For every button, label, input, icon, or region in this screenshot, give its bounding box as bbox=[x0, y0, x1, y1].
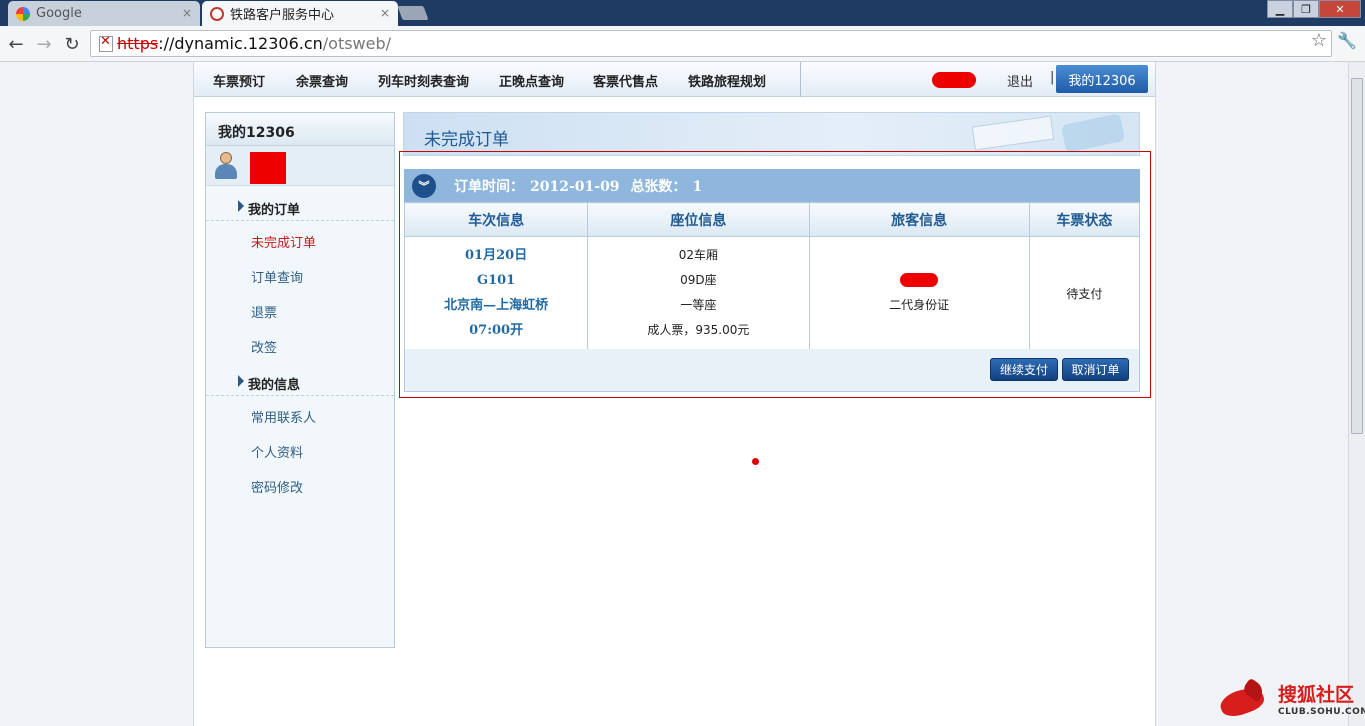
fox-logo-icon bbox=[1216, 677, 1272, 721]
menu-remaining-tickets[interactable]: 余票查询 bbox=[296, 71, 348, 90]
main-header: 未完成订单 bbox=[403, 112, 1140, 156]
browser-toolbar: ← → ↻ https :// dynamic.12306.cn /otsweb… bbox=[0, 26, 1365, 62]
redacted-username bbox=[932, 72, 976, 88]
passenger-id-type: 二代身份证 bbox=[889, 298, 950, 312]
sidebar-section-my-info[interactable]: 我的信息 bbox=[206, 361, 394, 396]
cell-passenger-info: 二代身份证 bbox=[808, 236, 1030, 350]
bookmark-star-icon[interactable]: ☆ bbox=[1311, 30, 1327, 51]
train-route: 北京南—上海虹桥 bbox=[444, 298, 549, 313]
order-summary: 订单时间： 2012-01-09 总张数： 1 bbox=[454, 176, 708, 196]
header-train-info: 车次信息 bbox=[403, 202, 589, 237]
sidebar-item-password[interactable]: 密码修改 bbox=[206, 466, 394, 501]
tab-label: 铁路客户服务中心 bbox=[230, 8, 335, 23]
url-sep: :// bbox=[158, 34, 175, 53]
seat-carriage: 02车厢 bbox=[678, 248, 719, 262]
vertical-scrollbar[interactable] bbox=[1348, 62, 1365, 726]
seat-number: 09D座 bbox=[680, 273, 717, 287]
google-favicon-icon bbox=[16, 6, 30, 21]
cell-ticket-status: 待支付 bbox=[1028, 236, 1141, 350]
browser-tab-bar: Google × 铁路客户服务中心 × ▁ ❐ ✕ bbox=[0, 0, 1365, 26]
collapse-chevron-icon[interactable]: ︾ bbox=[412, 173, 436, 198]
tab-close-icon[interactable]: × bbox=[182, 6, 192, 20]
menu-ticket-booking[interactable]: 车票预订 bbox=[213, 71, 265, 90]
sidebar-item-profile[interactable]: 个人资料 bbox=[206, 431, 394, 466]
header-seat-info: 座位信息 bbox=[587, 202, 810, 237]
train-number: G101 bbox=[476, 273, 516, 288]
sidebar-title: 我的12306 bbox=[206, 113, 394, 146]
train-date: 01月20日 bbox=[465, 248, 528, 263]
order-summary-bar: ︾ 订单时间： 2012-01-09 总张数： 1 bbox=[404, 169, 1140, 202]
order-count-label: 总张数： bbox=[630, 178, 687, 195]
continue-payment-button[interactable]: 继续支付 bbox=[990, 358, 1058, 381]
sidebar-item-change-ticket[interactable]: 改签 bbox=[206, 326, 394, 361]
menu-timetable[interactable]: 列车时刻表查询 bbox=[378, 71, 469, 90]
tab-label: Google bbox=[36, 6, 82, 21]
header-ticket-status: 车票状态 bbox=[1028, 202, 1141, 237]
sidebar-item-contacts[interactable]: 常用联系人 bbox=[206, 396, 394, 431]
order-table: 车次信息 座位信息 旅客信息 车票状态 01月20日 G101 北京南—上海虹桥… bbox=[403, 202, 1141, 350]
address-bar[interactable]: https :// dynamic.12306.cn /otsweb/ bbox=[90, 30, 1332, 57]
top-menu: 车票预订 余票查询 列车时刻表查询 正晚点查询 客票代售点 铁路旅程规划 退出 … bbox=[194, 62, 1155, 97]
order-time-label: 订单时间： bbox=[454, 178, 524, 195]
menu-delay-query[interactable]: 正晚点查询 bbox=[499, 71, 564, 90]
sidebar-section-my-orders[interactable]: 我的订单 bbox=[206, 186, 394, 221]
order-actions: 继续支付 取消订单 bbox=[404, 349, 1140, 392]
reload-icon[interactable]: ↻ bbox=[60, 32, 84, 56]
insecure-lock-icon[interactable] bbox=[99, 34, 113, 52]
sidebar-item-order-query[interactable]: 订单查询 bbox=[206, 256, 394, 291]
page-content: 车票预订 余票查询 列车时刻表查询 正晚点查询 客票代售点 铁路旅程规划 退出 … bbox=[193, 62, 1156, 726]
url-host: dynamic.12306.cn bbox=[174, 34, 323, 53]
order-count-value: 1 bbox=[692, 178, 703, 195]
watermark-subtext: CLUB.SOHU.COM bbox=[1278, 707, 1365, 717]
cell-train-info: 01月20日 G101 北京南—上海虹桥 07:00开 bbox=[403, 236, 589, 350]
scrollbar-thumb[interactable] bbox=[1351, 78, 1363, 434]
seat-class: 一等座 bbox=[680, 298, 717, 312]
railway-favicon-icon bbox=[210, 6, 224, 21]
wrench-menu-icon[interactable]: 🔧 bbox=[1337, 31, 1357, 50]
close-window-button[interactable]: ✕ bbox=[1319, 0, 1361, 18]
new-tab-button[interactable] bbox=[397, 6, 429, 20]
sidebar: 我的12306 我的订单 未完成订单 订单查询 退票 改签 我的信息 常用联系人… bbox=[205, 112, 395, 648]
header-decoration bbox=[963, 113, 1133, 153]
page-title: 未完成订单 bbox=[424, 130, 509, 150]
redacted-user-name bbox=[250, 152, 286, 184]
back-arrow-icon[interactable]: ← bbox=[4, 32, 28, 56]
tab-railway[interactable]: 铁路客户服务中心 × bbox=[202, 1, 398, 26]
seat-fare: 成人票，935.00元 bbox=[647, 323, 750, 337]
sidebar-item-unfinished-orders[interactable]: 未完成订单 bbox=[206, 221, 394, 256]
tab-google[interactable]: Google × bbox=[8, 1, 200, 26]
window-controls: ▁ ❐ ✕ bbox=[1267, 0, 1361, 18]
menu-divider bbox=[800, 62, 801, 97]
order-panel: ︾ 订单时间： 2012-01-09 总张数： 1 车次信息 座位信息 旅客信息 车… bbox=[399, 151, 1151, 398]
logout-link[interactable]: 退出 bbox=[1007, 71, 1033, 90]
user-avatar-icon bbox=[214, 152, 238, 180]
menu-trip-planner[interactable]: 铁路旅程规划 bbox=[688, 71, 766, 90]
sidebar-user bbox=[206, 146, 394, 186]
menu-ticket-agents[interactable]: 客票代售点 bbox=[593, 71, 658, 90]
header-passenger-info: 旅客信息 bbox=[808, 202, 1030, 237]
forward-arrow-icon[interactable]: → bbox=[32, 32, 56, 56]
table-header-row: 车次信息 座位信息 旅客信息 车票状态 bbox=[403, 202, 1141, 237]
maximize-button[interactable]: ❐ bbox=[1293, 0, 1319, 18]
cell-seat-info: 02车厢 09D座 一等座 成人票，935.00元 bbox=[587, 236, 810, 350]
order-time-value: 2012-01-09 bbox=[530, 178, 620, 195]
train-departure: 07:00开 bbox=[469, 323, 524, 338]
red-dot-marker bbox=[752, 458, 759, 465]
cancel-order-button[interactable]: 取消订单 bbox=[1062, 358, 1129, 381]
watermark-text: 搜狐社区 bbox=[1278, 684, 1355, 706]
menu-pipe: | bbox=[1050, 70, 1055, 85]
url-path: /otsweb/ bbox=[322, 34, 392, 53]
url-scheme: https bbox=[117, 34, 159, 53]
table-row: 01月20日 G101 北京南—上海虹桥 07:00开 02车厢 09D座 一等… bbox=[403, 236, 1141, 350]
sohu-watermark: 搜狐社区 CLUB.SOHU.COM bbox=[1216, 677, 1365, 724]
redacted-passenger-name bbox=[900, 273, 939, 287]
my12306-button[interactable]: 我的12306 bbox=[1056, 65, 1148, 93]
sidebar-item-refund[interactable]: 退票 bbox=[206, 291, 394, 326]
minimize-button[interactable]: ▁ bbox=[1267, 0, 1293, 18]
tab-close-icon[interactable]: × bbox=[380, 6, 390, 20]
